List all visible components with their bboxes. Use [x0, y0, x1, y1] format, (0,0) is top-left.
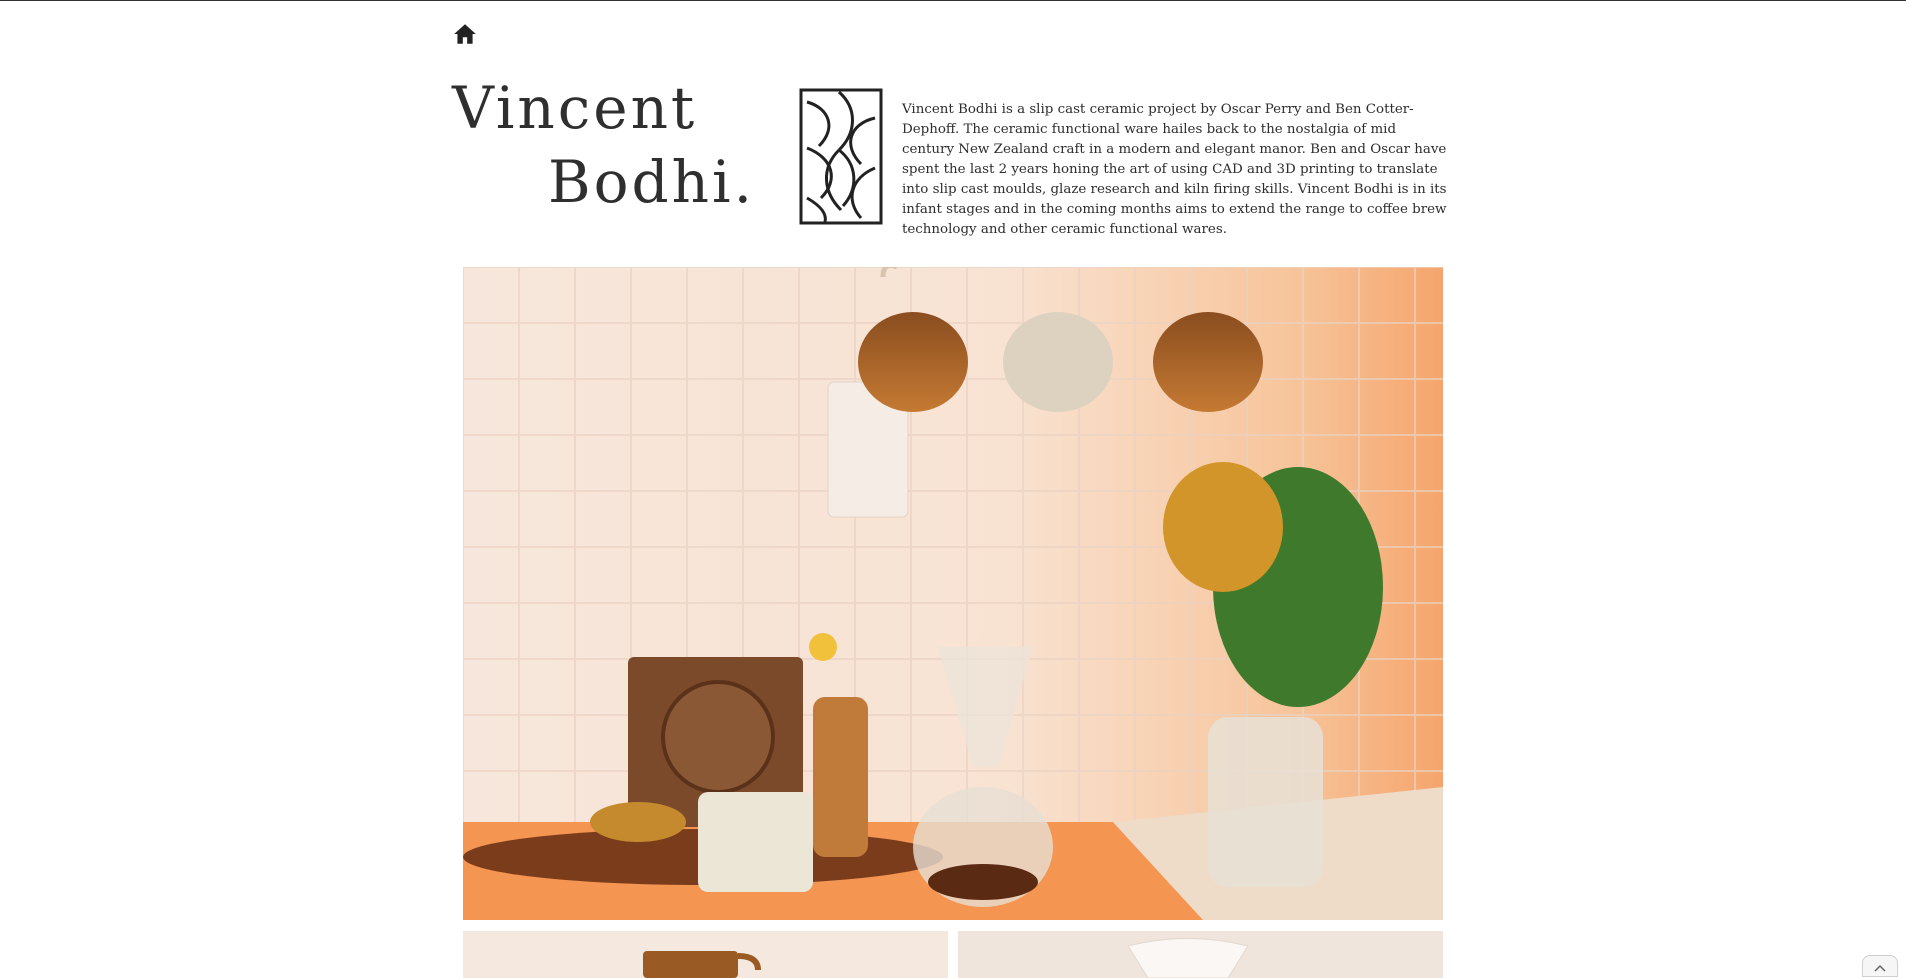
title-line-1: Vincent — [452, 74, 698, 142]
project-description: Vincent Bodhi is a slip cast ceramic pro… — [902, 102, 1447, 238]
page-title: Vincent Bodhi. — [452, 71, 755, 219]
home-icon[interactable] — [452, 21, 478, 47]
title-line-2: Bodhi. — [548, 148, 756, 216]
leaf-pattern-logo — [799, 88, 883, 225]
hero-photo — [463, 267, 1443, 920]
chevron-up-icon — [1874, 957, 1886, 976]
scroll-to-top-button[interactable] — [1862, 955, 1898, 977]
gallery-photo-2 — [958, 931, 1443, 978]
gallery-photo-1 — [463, 931, 948, 978]
